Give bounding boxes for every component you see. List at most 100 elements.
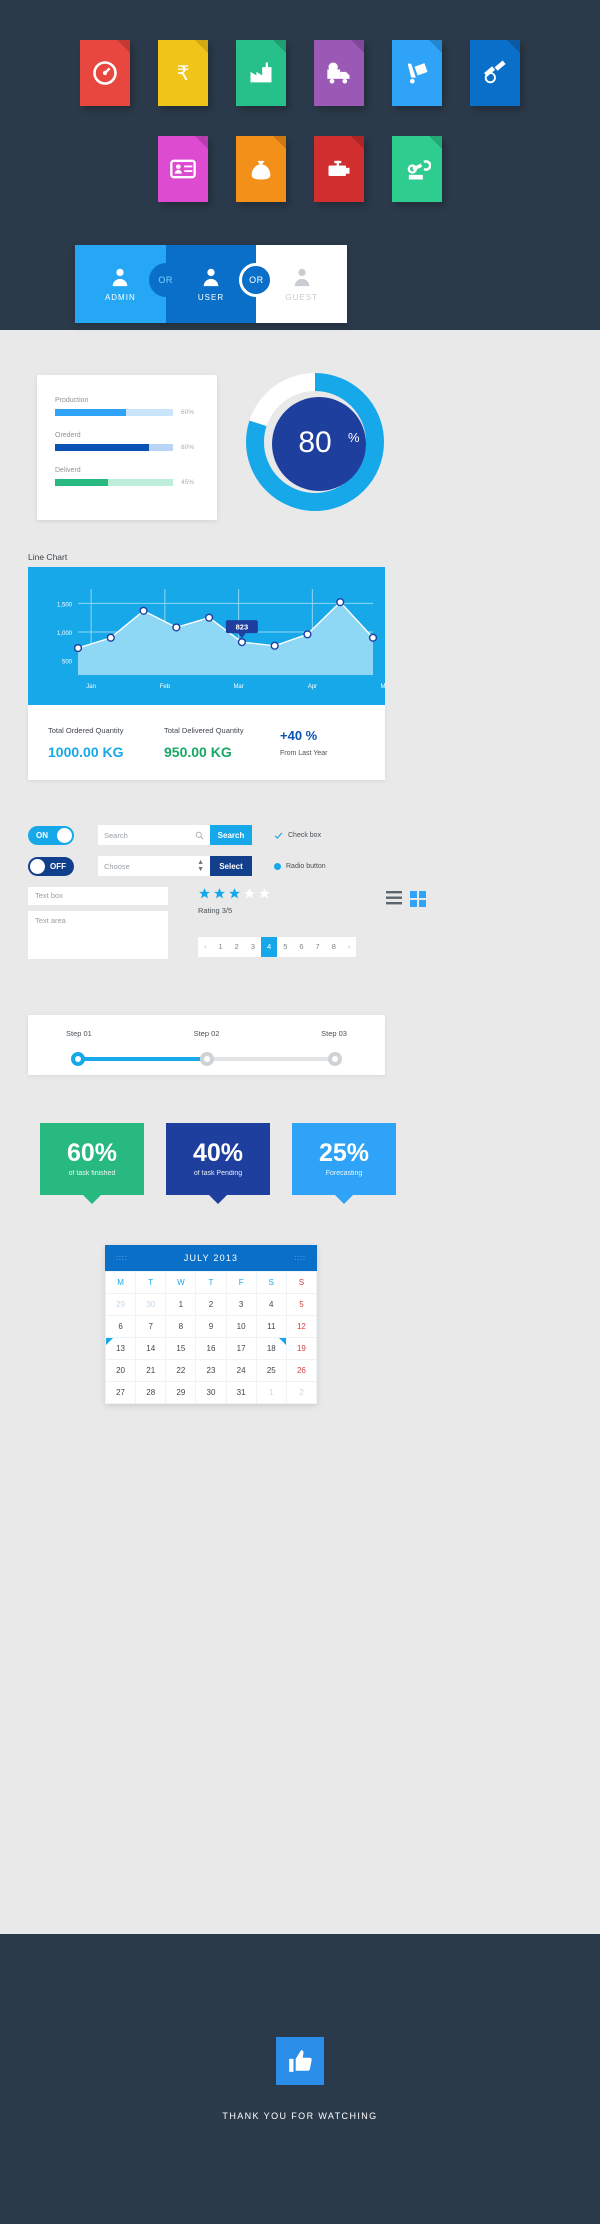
calendar-day[interactable]: 16 (195, 1337, 227, 1360)
step-dot-1[interactable] (71, 1052, 85, 1066)
toggle-off-knob (30, 858, 45, 874)
calendar-day[interactable]: 4 (255, 1293, 287, 1316)
calendar-day[interactable]: 2 (285, 1381, 318, 1404)
pagination-next[interactable]: › (342, 937, 357, 957)
checkbox-group[interactable]: Check box (274, 831, 321, 840)
calendar-day[interactable]: 31 (225, 1381, 257, 1404)
stat-ordered-label: Total Ordered Quantity (48, 725, 124, 735)
step-label-2: Step 02 (193, 1029, 220, 1038)
grid-view-icon[interactable] (410, 891, 427, 907)
progress-track (55, 479, 173, 486)
pagination[interactable]: ‹ 1 2 3 4 5 6 7 8 › (198, 937, 357, 957)
radio-group[interactable]: Radio button (274, 862, 326, 870)
pagination-page[interactable]: 3 (245, 937, 261, 957)
icon-tile-robot-arm-icon[interactable] (392, 136, 442, 202)
icon-tile-generator-icon[interactable] (314, 136, 364, 202)
calendar-day[interactable]: 2 (195, 1293, 227, 1316)
pagination-page[interactable]: 1 (213, 937, 229, 957)
calendar-day[interactable]: 29 (104, 1293, 137, 1316)
icon-tile-speedometer-icon[interactable] (80, 40, 130, 106)
icon-tile-hand-truck-icon[interactable] (392, 40, 442, 106)
calendar-day[interactable]: 12 (285, 1315, 318, 1338)
calendar-day[interactable]: 7 (135, 1315, 167, 1338)
step-dot-3[interactable] (328, 1052, 342, 1066)
text-area-input[interactable]: Text area (28, 911, 168, 959)
donut-value: 80 (298, 426, 331, 459)
step-dot-2[interactable] (199, 1052, 214, 1066)
calendar-day[interactable]: 1 (165, 1293, 197, 1316)
icon-tile-id-card-icon[interactable] (158, 136, 208, 202)
pagination-page[interactable]: 6 (293, 937, 309, 957)
calendar-day[interactable]: 5 (285, 1293, 318, 1316)
calendar-day[interactable]: 6 (104, 1315, 137, 1338)
star-icon[interactable] (258, 887, 271, 900)
calendar-day[interactable]: 8 (165, 1315, 197, 1338)
star-icon[interactable] (213, 887, 226, 900)
select-button[interactable]: Select (210, 856, 252, 876)
calendar-day[interactable]: 11 (255, 1315, 287, 1338)
calendar-next-icon[interactable]: :::: (294, 1255, 306, 1262)
icon-tile-satellite-icon[interactable] (470, 40, 520, 106)
calendar-day[interactable]: 19 (285, 1337, 318, 1360)
calendar-day[interactable]: 15 (165, 1337, 197, 1360)
calendar-day[interactable]: 20 (104, 1359, 137, 1382)
calendar-day[interactable]: 30 (135, 1293, 167, 1316)
calendar-day[interactable]: 28 (135, 1381, 167, 1404)
pagination-page[interactable]: 5 (277, 937, 293, 957)
calendar-day[interactable]: 21 (135, 1359, 167, 1382)
calendar-day[interactable]: 14 (135, 1337, 167, 1360)
tile-pointer (209, 1195, 227, 1204)
progress-percent: 45% (181, 479, 195, 486)
satellite-icon (484, 60, 506, 84)
percent-tile: 25% Forecasting (292, 1123, 396, 1204)
controls-row-1: ON Search Search Check box (28, 825, 388, 845)
toggle-on[interactable]: ON (28, 825, 74, 845)
icon-tile-factory-icon[interactable] (236, 40, 286, 106)
progress-row: Production 60% (55, 397, 199, 416)
pagination-page[interactable]: 4 (261, 937, 278, 957)
pagination-page[interactable]: 8 (326, 937, 342, 957)
star-icon[interactable] (198, 887, 211, 900)
calendar-day[interactable]: 30 (195, 1381, 227, 1404)
calendar-day[interactable]: 10 (225, 1315, 257, 1338)
calendar-week-row: 29 30 1 2 3 4 5 (104, 1293, 318, 1316)
progress-fill (55, 479, 109, 486)
icon-tile-money-bag-icon[interactable] (236, 136, 286, 202)
star-icon[interactable] (243, 887, 256, 900)
role-option-admin[interactable]: ADMIN OR (75, 245, 183, 323)
calendar-day[interactable]: 29 (165, 1381, 197, 1404)
stat-delivered-label: Total Delivered Quantity (164, 725, 244, 735)
calendar-day[interactable]: 9 (195, 1315, 227, 1338)
calendar-prev-icon[interactable]: :::: (116, 1255, 128, 1262)
choose-select[interactable]: Choose ▲ ▼ (98, 856, 210, 876)
star-icon[interactable] (228, 887, 241, 900)
search-button[interactable]: Search (210, 825, 252, 845)
toggle-off[interactable]: OFF (28, 856, 74, 876)
rating-stars[interactable] (198, 887, 356, 900)
pagination-prev[interactable]: ‹ (198, 937, 213, 957)
calendar-weekday: W (165, 1271, 197, 1294)
pagination-page[interactable]: 7 (310, 937, 326, 957)
calendar-day[interactable]: 25 (255, 1359, 287, 1382)
calendar-day[interactable]: 13 (104, 1337, 137, 1360)
calendar-day[interactable]: 18 (255, 1337, 287, 1360)
stepper-progress (78, 1057, 207, 1061)
calendar-day[interactable]: 1 (255, 1381, 287, 1404)
calendar-day[interactable]: 22 (165, 1359, 197, 1382)
calendar-weekday: S (255, 1271, 287, 1294)
calendar-day[interactable]: 23 (195, 1359, 227, 1382)
pagination-page[interactable]: 2 (229, 937, 245, 957)
icon-tile-delivery-clock-icon[interactable] (314, 40, 364, 106)
list-view-icon[interactable] (386, 891, 403, 905)
calendar-day[interactable]: 3 (225, 1293, 257, 1316)
calendar-day[interactable]: 24 (225, 1359, 257, 1382)
stepper-labels: Step 01 Step 02 Step 03 (28, 1015, 385, 1038)
text-box-input[interactable]: Text box (28, 887, 168, 905)
calendar-day[interactable]: 26 (285, 1359, 318, 1382)
icon-tile-rupee-icon[interactable]: ₹ (158, 40, 208, 106)
tile-fold (351, 40, 364, 53)
calendar-day[interactable]: 27 (104, 1381, 137, 1404)
calendar-day[interactable]: 17 (225, 1337, 257, 1360)
percent-tile-value: 60% (66, 1139, 118, 1167)
search-input[interactable]: Search (98, 825, 210, 845)
